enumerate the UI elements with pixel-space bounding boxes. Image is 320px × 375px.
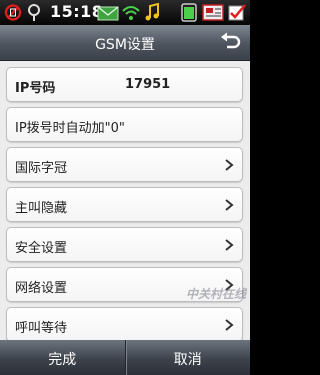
clock: 15:18: [50, 2, 104, 21]
music-note-icon: [145, 3, 159, 21]
back-arrow-icon[interactable]: [218, 31, 242, 55]
status-bar: 15:18: [0, 0, 250, 25]
list-item-label: 网络设置: [15, 281, 68, 296]
list-item-caller-id-hide[interactable]: 主叫隐藏: [6, 187, 243, 222]
list-item-international-prefix[interactable]: 国际字冠: [6, 147, 243, 182]
watermark: 中关村在线: [185, 287, 246, 301]
chevron-right-icon: [225, 199, 234, 211]
list-item-label: 主叫隐藏: [15, 201, 68, 216]
list-item-label: 国际字冠: [15, 161, 68, 176]
settings-list: IP号码 17951 IP拨号时自动加"0" 国际字冠 主叫隐藏 安全设置 网络…: [0, 61, 250, 340]
checkbox-icon[interactable]: [227, 3, 247, 22]
cancel-button[interactable]: 取消: [124, 340, 251, 375]
chevron-right-icon: [225, 319, 234, 331]
chevron-right-icon: [225, 159, 234, 171]
list-item-call-waiting[interactable]: 呼叫等待: [6, 307, 243, 340]
wifi-icon: [122, 6, 140, 20]
battery-icon: [181, 3, 197, 22]
page-title: GSM设置: [95, 37, 155, 53]
list-item-label: 呼叫等待: [15, 321, 68, 336]
list-item-ip-number[interactable]: IP号码 17951: [6, 67, 243, 102]
title-bar: GSM设置: [0, 25, 250, 61]
location-pin-icon: [28, 4, 40, 21]
settings-screen-icon[interactable]: [202, 3, 224, 22]
list-item-label: IP号码: [15, 81, 56, 96]
list-item-security-settings[interactable]: 安全设置: [6, 227, 243, 262]
no-sim-icon: [4, 4, 22, 21]
message-envelope-icon: [97, 6, 119, 21]
bottom-bar: 完成 取消: [0, 340, 250, 375]
list-item-value: 17951: [125, 77, 171, 92]
list-item-label: 安全设置: [15, 241, 68, 256]
done-button[interactable]: 完成: [0, 340, 125, 375]
chevron-right-icon: [225, 239, 234, 251]
list-item-label: IP拨号时自动加"0": [15, 121, 125, 136]
list-item-ip-auto-zero[interactable]: IP拨号时自动加"0": [6, 107, 243, 142]
